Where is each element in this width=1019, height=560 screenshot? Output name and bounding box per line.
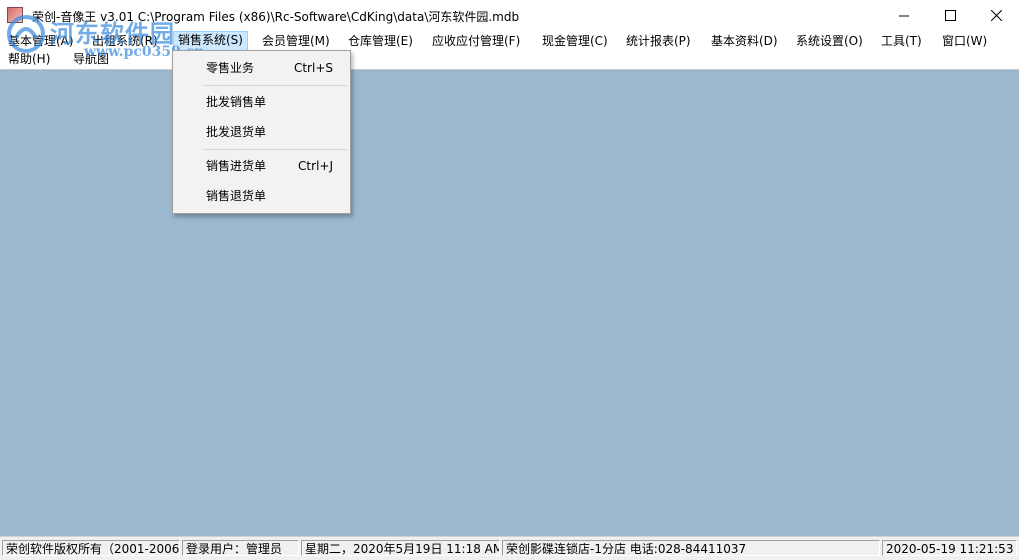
menu-member-management[interactable]: 会员管理(M) — [257, 32, 335, 50]
menu-tools[interactable]: 工具(T) — [876, 32, 927, 50]
status-store-info: 荣创影碟连锁店-1分店 电话:028-84411037 — [502, 540, 880, 556]
close-icon — [990, 10, 1002, 21]
menu-item-sales-return-order[interactable]: 销售退货单 — [174, 184, 349, 208]
close-button[interactable] — [973, 0, 1019, 31]
title-bar: 荣创-音像王 v3.01 C:\Program Files (x86)\Rc-S… — [0, 0, 1019, 32]
menu-item-label: 销售进货单 — [206, 159, 267, 173]
minimize-button[interactable] — [881, 0, 927, 31]
status-datetime: 2020-05-19 11:21:53 — [882, 540, 1017, 556]
menu-bar: 基本管理(A) 出租系统(R) 销售系统(S) 会员管理(M) 仓库管理(E) … — [0, 31, 1019, 70]
menu-item-label: 批发退货单 — [206, 125, 267, 139]
menu-item-wholesale-return-order[interactable]: 批发退货单 — [174, 120, 349, 144]
app-icon[interactable] — [7, 7, 23, 23]
menu-item-label: 销售退货单 — [206, 189, 267, 203]
status-copyright: 荣创软件版权所有（2001-2006） — [2, 540, 180, 556]
window-title: 荣创-音像王 v3.01 C:\Program Files (x86)\Rc-S… — [32, 10, 520, 24]
minimize-icon — [899, 15, 909, 16]
menu-system-settings[interactable]: 系统设置(O) — [791, 32, 868, 50]
status-current-date: 星期二，2020年5月19日 11:18 AM — [301, 540, 500, 556]
menu-item-label: 零售业务 — [206, 61, 255, 75]
mdi-workspace[interactable] — [0, 70, 1019, 536]
menu-help[interactable]: 帮助(H) — [3, 50, 55, 68]
menu-cash-management[interactable]: 现金管理(C) — [537, 32, 613, 50]
menu-item-shortcut: Ctrl+S — [293, 61, 333, 75]
status-login-user: 登录用户：管理员 — [182, 540, 299, 556]
sales-system-dropdown: 零售业务 Ctrl+S 批发销售单 批发退货单 销售进货单 Ctrl+J 销售退… — [172, 50, 351, 214]
menu-receivables-payables[interactable]: 应收应付管理(F) — [427, 32, 525, 50]
menu-warehouse-management[interactable]: 仓库管理(E) — [343, 32, 418, 50]
menu-statistics-reports[interactable]: 统计报表(P) — [621, 32, 696, 50]
menu-item-sales-purchase-order[interactable]: 销售进货单 Ctrl+J — [174, 154, 349, 178]
menu-basic-management[interactable]: 基本管理(A) — [3, 32, 79, 50]
menu-item-label: 批发销售单 — [206, 95, 267, 109]
menu-item-retail-business[interactable]: 零售业务 Ctrl+S — [174, 56, 349, 80]
menu-item-wholesale-sales-order[interactable]: 批发销售单 — [174, 90, 349, 114]
menu-item-shortcut: Ctrl+J — [298, 159, 333, 173]
maximize-icon — [944, 10, 956, 21]
menu-navigation-map[interactable]: 导航图 — [68, 50, 114, 68]
menu-basic-data[interactable]: 基本资料(D) — [706, 32, 783, 50]
menu-rental-system[interactable]: 出租系统(R) — [87, 32, 163, 50]
menu-sales-system[interactable]: 销售系统(S) — [173, 31, 248, 51]
menu-separator — [203, 149, 347, 150]
menu-separator — [203, 85, 347, 86]
menu-window[interactable]: 窗口(W) — [937, 32, 992, 50]
status-bar: 荣创软件版权所有（2001-2006） 登录用户：管理员 星期二，2020年5月… — [0, 536, 1019, 560]
maximize-button[interactable] — [927, 0, 973, 31]
